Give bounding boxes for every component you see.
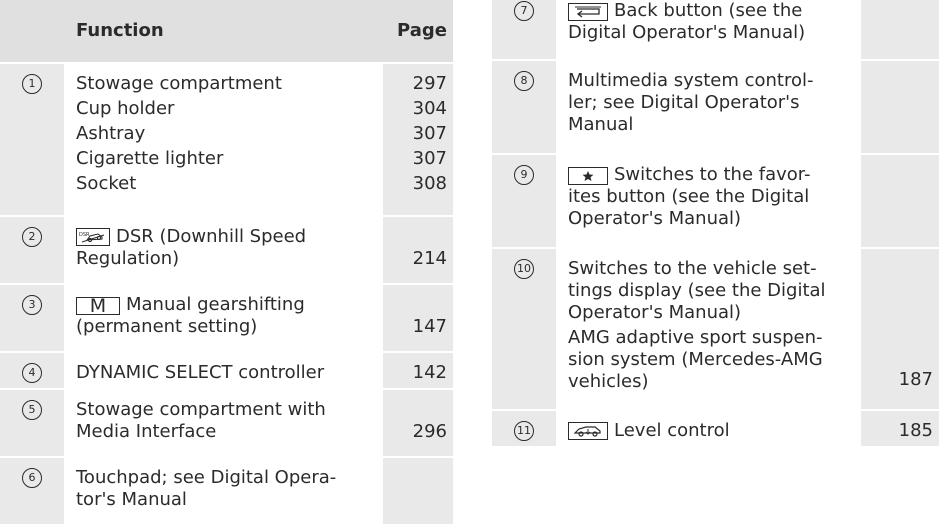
- function-text: tor's Manual: [76, 489, 187, 510]
- function-text: AMG adaptive sport suspen-: [568, 327, 823, 348]
- table-row: 4 DYNAMIC SELECT controller 142: [0, 353, 453, 390]
- function-text: Regulation): [76, 248, 180, 269]
- function-text: Multimedia system control-: [568, 70, 814, 91]
- row-number: 1: [22, 73, 42, 94]
- page-ref: [861, 155, 939, 247]
- page-ref: 307: [412, 122, 447, 144]
- function-text: Media Interface: [76, 421, 217, 442]
- function-table-right: 7 Back button (see the Digital Operator'…: [492, 0, 939, 448]
- row-number: 7: [514, 0, 534, 21]
- dsr-icon: DSR: [76, 228, 110, 246]
- level-control-icon: [568, 422, 608, 440]
- function-text: Stowage compartment: [76, 72, 282, 94]
- table-row: 1 Stowage compartment Cup holder Ashtray…: [0, 64, 453, 217]
- function-text: tings display (see the Digital: [568, 280, 826, 301]
- svg-text:DSR: DSR: [79, 232, 90, 238]
- page-ref: 308: [412, 172, 447, 194]
- m-button-icon: M: [76, 297, 120, 316]
- function-text: DYNAMIC SELECT controller: [64, 353, 383, 388]
- row-number: 10: [514, 258, 534, 279]
- function-text: Manual: [568, 114, 634, 135]
- row-number: 5: [22, 399, 42, 420]
- row-number: 9: [514, 164, 534, 185]
- function-table-left: Function Page 1 Stowage compartment Cup …: [0, 0, 453, 526]
- function-text: Cigarette lighter: [76, 147, 224, 169]
- table-header: Function Page: [0, 0, 453, 64]
- page-ref: 185: [861, 411, 939, 446]
- row-number: 4: [22, 362, 42, 383]
- page-ref: [383, 458, 453, 524]
- function-text: sion system (Mercedes-AMG: [568, 349, 823, 370]
- function-text: Ashtray: [76, 122, 146, 144]
- row-number: 11: [514, 420, 534, 441]
- page-ref: 147: [383, 285, 453, 351]
- table-row: 6 Touchpad; see Digital Opera- tor's Man…: [0, 458, 453, 526]
- header-page: Page: [383, 0, 453, 62]
- function-text: Level control: [614, 420, 730, 441]
- header-function: Function: [64, 0, 383, 62]
- back-button-icon: [568, 3, 608, 21]
- function-text: Socket: [76, 172, 137, 194]
- function-text: ites button (see the Digital: [568, 186, 810, 207]
- table-row: 10 Switches to the vehicle set- tings di…: [492, 249, 939, 411]
- row-number: 2: [22, 226, 42, 247]
- row-number: 3: [22, 294, 42, 315]
- function-text: Manual gearshifting: [126, 294, 305, 315]
- function-text: ler; see Digital Operator's: [568, 92, 800, 113]
- table-row: 9 Switches to the favor- ites button (se…: [492, 155, 939, 249]
- function-text: (permanent setting): [76, 316, 258, 337]
- favorites-star-icon: [568, 167, 608, 185]
- function-text: Cup holder: [76, 97, 175, 119]
- page-ref: 214: [383, 217, 453, 283]
- table-row: 8 Multimedia system control- ler; see Di…: [492, 61, 939, 155]
- table-row: 2 DSR DSR (Downhill Speed Regulation) 21…: [0, 217, 453, 285]
- function-text: Operator's Manual): [568, 208, 742, 229]
- function-text: Stowage compartment with: [76, 399, 326, 420]
- row-number: 8: [514, 70, 534, 91]
- table-row: 11 Level control 185: [492, 411, 939, 448]
- table-row: 3 M Manual gearshifting (permanent settin…: [0, 285, 453, 353]
- function-text: Operator's Manual): [568, 302, 742, 323]
- function-text: Touchpad; see Digital Opera-: [76, 467, 337, 488]
- header-num-cell: [0, 0, 64, 62]
- page-ref: 304: [412, 97, 447, 119]
- function-text: DSR (Downhill Speed: [116, 226, 307, 247]
- function-text: Digital Operator's Manual): [568, 22, 806, 43]
- row-number: 6: [22, 467, 42, 488]
- page-ref: 187: [861, 249, 939, 409]
- function-text: vehicles): [568, 371, 649, 392]
- page-ref: 296: [383, 390, 453, 456]
- table-row: 7 Back button (see the Digital Operator'…: [492, 0, 939, 61]
- page-ref: 297: [412, 72, 447, 94]
- function-text: Switches to the favor-: [614, 164, 811, 185]
- function-text: Switches to the vehicle set-: [568, 258, 817, 279]
- page-ref: 307: [412, 147, 447, 169]
- page-ref: [861, 61, 939, 153]
- table-row: 5 Stowage compartment with Media Interfa…: [0, 390, 453, 458]
- page-ref: 142: [383, 353, 453, 388]
- function-text: Back button (see the: [614, 0, 803, 21]
- page-ref: [861, 0, 939, 59]
